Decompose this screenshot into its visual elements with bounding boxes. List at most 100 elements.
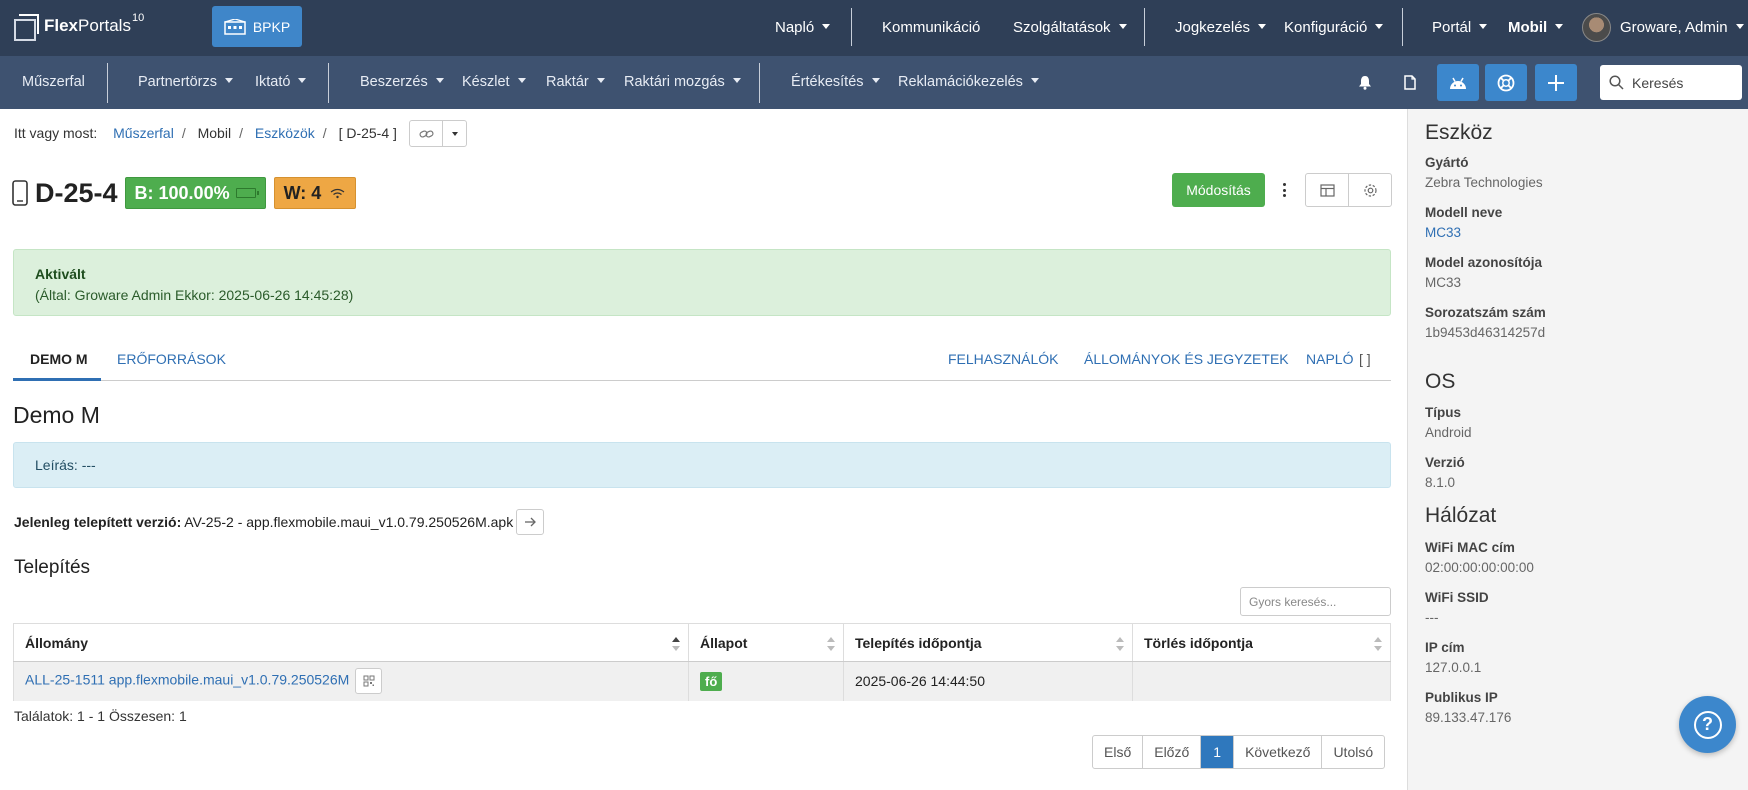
page-prev[interactable]: Előző [1143,736,1202,768]
divider [1144,8,1145,46]
file-link[interactable]: ALL-25-1511 app.flexmobile.maui_v1.0.79.… [25,672,349,688]
bell-icon [1359,76,1371,90]
layout-icon [1319,183,1335,197]
menu-szolgaltatasok[interactable]: Szolgáltatások [1013,19,1127,36]
menu-naplo[interactable]: Napló [775,19,830,36]
global-search-input[interactable]: Keresés [1600,65,1742,100]
value-modell-link[interactable]: MC33 [1425,225,1461,240]
divider [759,63,760,103]
page-first[interactable]: Első [1093,736,1144,768]
phone-icon [12,180,28,206]
user-avatar[interactable] [1582,13,1611,42]
label-modell: Modell neve [1425,205,1503,220]
menu-kommunikacio[interactable]: Kommunikáció [882,19,980,36]
android-icon [1450,77,1466,89]
menu-user[interactable]: Groware, Admin [1620,19,1744,36]
label-verzio: Verzió [1425,455,1465,470]
layout-button[interactable] [1306,174,1349,206]
value-verzio: 8.1.0 [1425,475,1456,490]
battery-badge: B: 100.00% [124,177,266,209]
breadcrumb-eszkozok[interactable]: Eszközök [255,125,315,141]
status-detail: (Által: Groware Admin Ekkor: 2025-06-26 … [35,287,354,303]
breadcrumb: Itt vagy most: Műszerfal / Mobil / Eszközö… [14,125,397,141]
support-button[interactable] [1485,64,1527,101]
nav-ertekesites[interactable]: Értékesítés [791,74,880,90]
value-gyarto: Zebra Technologies [1425,175,1543,190]
android-button[interactable] [1437,64,1479,101]
settings-button[interactable] [1349,174,1391,206]
edit-button[interactable]: Módosítás [1172,173,1265,207]
sidebar-section-os: OS [1425,370,1456,393]
notifications-button[interactable] [1344,64,1386,101]
quick-search-input[interactable]: Gyors keresés... [1240,587,1391,616]
brand-name-rest: Portals [78,16,131,35]
tab-allomanyok[interactable]: ÁLLOMÁNYOK ÉS JEGYZETEK [1084,351,1289,367]
tab-bar: DEMO M ERŐFORRÁSOK FELHASZNÁLÓK ÁLLOMÁNY… [13,335,1391,381]
divider [328,63,329,103]
cell-installed: 2025-06-26 14:44:50 [843,661,1133,701]
plus-icon [1548,74,1564,91]
page-current[interactable]: 1 [1201,736,1235,768]
wifi-value: W: 4 [283,182,322,203]
page-next[interactable]: Következő [1234,736,1323,768]
divider [1402,8,1403,46]
brand-name-bold: Flex [44,16,79,35]
column-header-torles[interactable]: Törlés időpontja [1132,623,1391,662]
expand-icon[interactable]: [ ] [1359,351,1371,367]
bpkp-button[interactable]: BPKP [212,6,302,47]
more-actions-button[interactable] [1277,179,1291,201]
section-title: Demo M [13,402,100,428]
add-button[interactable] [1535,64,1577,101]
pagination: Első Előző 1 Következő Utolsó [1092,735,1386,769]
gear-icon [1363,183,1377,197]
nav-beszerzes[interactable]: Beszerzés [360,74,444,90]
column-header-allomany[interactable]: Állomány [13,623,689,662]
column-header-allapot[interactable]: Állapot [688,623,844,662]
help-button[interactable]: ? [1679,696,1736,753]
cell-deleted [1132,661,1391,701]
copy-link-button[interactable] [410,121,443,146]
documents-button[interactable] [1389,64,1431,101]
battery-value: B: 100.00% [134,182,230,203]
nav-raktar[interactable]: Raktár [546,74,605,90]
tab-naplo[interactable]: NAPLÓ [1306,351,1353,367]
nav-raktari-mozgas[interactable]: Raktári mozgás [624,74,741,90]
menu-jogkezeles[interactable]: Jogkezelés [1175,19,1266,36]
menu-konfiguracio[interactable]: Konfiguráció [1284,19,1383,36]
link-dropdown-toggle[interactable] [443,121,466,146]
tab-eroforrasok[interactable]: ERŐFORRÁSOK [117,351,226,367]
go-to-version-button[interactable] [516,509,545,535]
page-last[interactable]: Utolsó [1322,736,1384,768]
tab-demo-m[interactable]: DEMO M [30,351,88,367]
main-content: Itt vagy most: Műszerfal / Mobil / Eszközö… [0,109,1407,790]
qr-icon [363,675,375,687]
active-tab-indicator [13,378,101,381]
nav-partnertorzs[interactable]: Partnertörzs [138,74,233,90]
nav-reklamaciokezeles[interactable]: Reklamációkezelés [898,74,1039,90]
value-model-id: MC33 [1425,275,1462,290]
view-button-group [1305,173,1392,207]
tab-felhasznalok[interactable]: FELHASZNÁLÓK [948,351,1058,367]
installed-version: Jelenleg telepített verzió: AV-25-2 - ap… [14,509,545,535]
nav-keszlet[interactable]: Készlet [462,74,526,90]
qr-button[interactable] [355,668,383,695]
breadcrumb-current: [ D-25-4 ] [338,125,397,141]
search-placeholder: Keresés [1632,74,1684,91]
label-serial: Sorozatszám szám [1425,305,1546,320]
wifi-icon [330,188,345,199]
nav-muszerfal[interactable]: Műszerfal [22,74,85,90]
wifi-badge: W: 4 [273,177,357,209]
menu-mobil[interactable]: Mobil [1508,19,1563,36]
breadcrumb-muszerfal[interactable]: Műszerfal [113,125,174,141]
column-header-telepites[interactable]: Telepítés időpontja [843,623,1133,662]
status-alert: Aktivált (Által: Groware Admin Ekkor: 20… [13,249,1391,316]
menu-portal[interactable]: Portál [1432,19,1487,36]
nav-iktato[interactable]: Iktató [255,74,306,90]
search-icon [1609,75,1624,90]
help-icon: ? [1693,710,1722,739]
status-badge: fő [700,671,723,691]
label-public-ip: Publikus IP [1425,690,1498,705]
brand-logo[interactable]: Flex Portals 10 [14,12,144,41]
divider [107,63,108,103]
value-ip: 127.0.0.1 [1425,660,1482,675]
